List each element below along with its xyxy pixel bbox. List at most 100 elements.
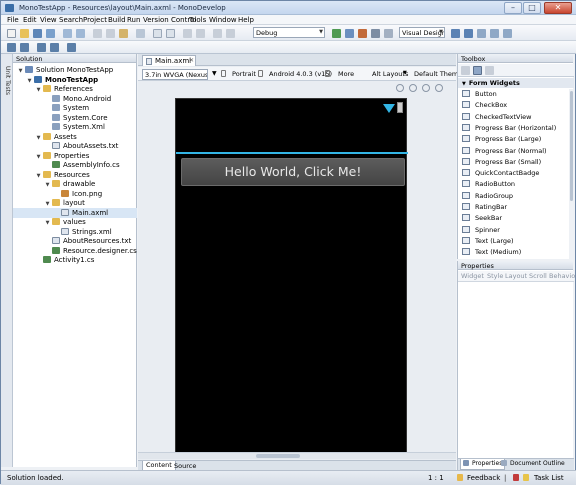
- toolbox-item[interactable]: Spinner: [458, 225, 571, 236]
- tree-item[interactable]: ▼ References: [35, 84, 93, 94]
- tab-style[interactable]: Style: [487, 272, 503, 280]
- menu-edit[interactable]: Edit: [23, 16, 37, 24]
- tree-item[interactable]: ▼ drawable: [44, 179, 95, 189]
- horizontal-scrollbar[interactable]: [138, 452, 456, 459]
- orientation-button[interactable]: Portrait: [232, 70, 256, 78]
- tree-item[interactable]: ▼ Resources: [35, 170, 90, 180]
- new-file-icon[interactable]: [7, 29, 16, 38]
- nav-icon[interactable]: [503, 29, 512, 38]
- tree-item[interactable]: Main.axml: [13, 207, 137, 218]
- tab-properties[interactable]: Properties: [460, 459, 506, 470]
- remove-icon[interactable]: [464, 29, 473, 38]
- indent-icon[interactable]: [183, 29, 192, 38]
- feedback-button[interactable]: Feedback: [467, 474, 500, 482]
- list-view-icon[interactable]: [485, 66, 494, 75]
- undo-icon[interactable]: [63, 29, 72, 38]
- task-list-button[interactable]: Task List: [534, 474, 564, 482]
- configuration-select[interactable]: Debug ▼: [253, 27, 325, 38]
- toolbox-item[interactable]: Text (Large): [458, 236, 571, 247]
- theme-button[interactable]: Default Theme: [414, 70, 462, 78]
- api-level-button[interactable]: Android 4.0.3 (v15): [269, 70, 332, 78]
- cut-icon[interactable]: [93, 29, 102, 38]
- uncomment-icon[interactable]: [226, 29, 235, 38]
- tree-item[interactable]: ▼ layout: [44, 198, 85, 208]
- expander-icon[interactable]: ▼: [44, 218, 51, 228]
- close-tab-icon[interactable]: ✕: [189, 57, 194, 64]
- lock-icon[interactable]: [325, 70, 330, 77]
- toolbox-item[interactable]: Progress Bar (Normal): [458, 146, 571, 157]
- expander-icon[interactable]: ▼: [35, 85, 42, 95]
- filter-icon[interactable]: [461, 66, 470, 75]
- tree-item[interactable]: Mono.Android: [44, 94, 111, 104]
- paste-icon[interactable]: [119, 29, 128, 38]
- tool-icon[interactable]: [384, 29, 393, 38]
- toolbox-item[interactable]: CheckBox: [458, 100, 571, 111]
- tab-widget[interactable]: Widget: [461, 272, 484, 280]
- expander-icon[interactable]: ▼: [35, 133, 42, 143]
- more-button[interactable]: More: [338, 70, 354, 78]
- device-canvas[interactable]: Hello World, Click Me!: [175, 98, 408, 454]
- tab-behavior[interactable]: Behavior: [549, 272, 576, 280]
- build-icon[interactable]: [345, 29, 354, 38]
- tree-item[interactable]: ▼ Properties: [35, 151, 89, 161]
- toolbox-item[interactable]: RadioButton: [458, 179, 571, 190]
- run-icon[interactable]: [332, 29, 341, 38]
- tree-item[interactable]: Activity1.cs: [35, 255, 94, 265]
- toolbox-scrollbar[interactable]: [569, 89, 574, 259]
- step-out-icon[interactable]: [50, 43, 59, 52]
- toolbox-item[interactable]: RadioGroup: [458, 191, 571, 202]
- tree-item[interactable]: Icon.png: [53, 189, 102, 199]
- back-icon[interactable]: [477, 29, 486, 38]
- toolbox-item[interactable]: SeekBar: [458, 213, 571, 224]
- redo-icon[interactable]: [76, 29, 85, 38]
- copy-icon[interactable]: [106, 29, 115, 38]
- tree-item[interactable]: Strings.xml: [53, 227, 112, 237]
- save-icon[interactable]: [33, 29, 42, 38]
- tree-item[interactable]: System.Xml: [44, 122, 105, 132]
- minimize-button[interactable]: –: [504, 2, 522, 14]
- hello-world-button[interactable]: Hello World, Click Me!: [181, 158, 405, 186]
- menu-view[interactable]: View: [40, 16, 57, 24]
- toolbox-item[interactable]: QuickContactBadge: [458, 168, 571, 179]
- menu-search[interactable]: Search: [59, 16, 83, 24]
- toolbox-category[interactable]: ▼ Form Widgets: [458, 78, 574, 88]
- zoom-out-icon[interactable]: [422, 84, 430, 92]
- step-over-icon[interactable]: [20, 43, 29, 52]
- expander-icon[interactable]: ▼: [44, 180, 51, 190]
- toolbox-item[interactable]: Progress Bar (Horizontal): [458, 123, 571, 134]
- menu-build[interactable]: Build: [108, 16, 126, 24]
- toolbox-item[interactable]: CheckedTextView: [458, 112, 571, 123]
- toolbox-item[interactable]: Progress Bar (Small): [458, 157, 571, 168]
- device-select[interactable]: 3.7in WVGA (Nexus One): [142, 69, 208, 80]
- menu-run[interactable]: Run: [127, 16, 140, 24]
- tree-item[interactable]: System: [44, 103, 89, 113]
- tree-item[interactable]: ▼ MonoTestApp: [26, 75, 98, 85]
- menu-file[interactable]: File: [7, 16, 19, 24]
- zoom-reset-icon[interactable]: [435, 84, 443, 92]
- tab-scroll[interactable]: Scroll: [529, 272, 547, 280]
- debug-icon[interactable]: [358, 29, 367, 38]
- doc-icon[interactable]: [153, 29, 162, 38]
- menu-project[interactable]: Project: [83, 16, 107, 24]
- scroll-thumb[interactable]: [570, 91, 573, 201]
- lock-icon[interactable]: [258, 70, 263, 77]
- attach-icon[interactable]: [371, 29, 380, 38]
- zoom-fit-icon[interactable]: [396, 84, 404, 92]
- step-into-icon[interactable]: [37, 43, 46, 52]
- layout-select[interactable]: Visual Design ▼: [399, 27, 445, 38]
- open-icon[interactable]: [20, 29, 29, 38]
- find-icon[interactable]: [136, 29, 145, 38]
- tree-item[interactable]: AboutAssets.txt: [44, 141, 118, 151]
- outdent-icon[interactable]: [196, 29, 205, 38]
- tree-item[interactable]: ▼ Assets: [35, 132, 77, 142]
- tree-item[interactable]: ▼ values: [44, 217, 86, 227]
- unit-tests-tab[interactable]: Unit Tests: [3, 66, 11, 95]
- add-icon[interactable]: [451, 29, 460, 38]
- doc2-icon[interactable]: [166, 29, 175, 38]
- tab-layout[interactable]: Layout: [505, 272, 527, 280]
- menu-help[interactable]: Help: [238, 16, 254, 24]
- menu-window[interactable]: Window: [209, 16, 237, 24]
- close-button[interactable]: ✕: [544, 2, 572, 14]
- toolbox-item[interactable]: Progress Bar (Large): [458, 134, 571, 145]
- zoom-in-icon[interactable]: [409, 84, 417, 92]
